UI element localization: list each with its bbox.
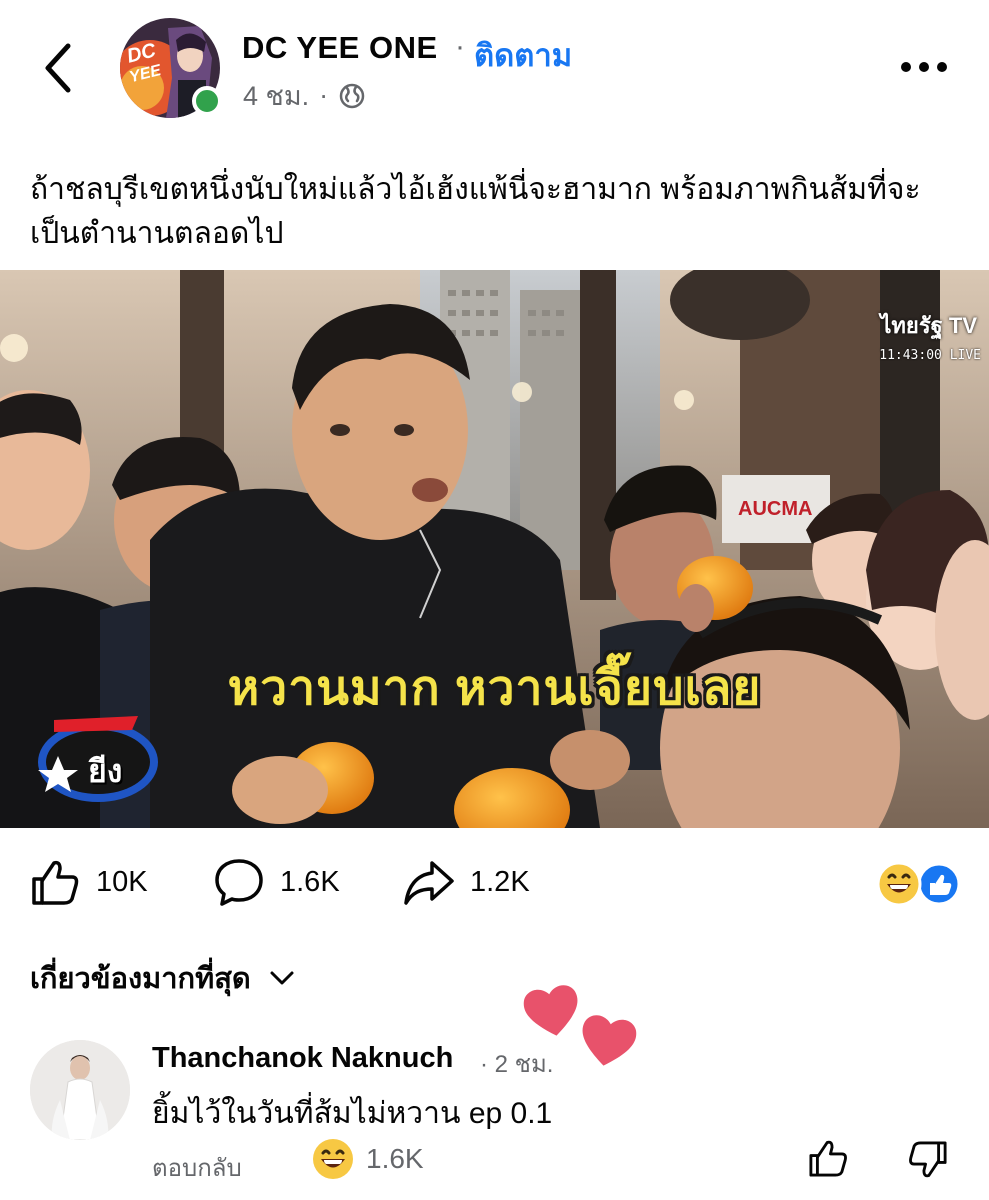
- store-sign: AUCMA: [738, 498, 813, 520]
- back-button[interactable]: [38, 38, 82, 98]
- more-dot-icon: [901, 62, 911, 72]
- more-dot-icon: [919, 62, 929, 72]
- share-count: 1.2K: [470, 865, 530, 898]
- comment-reactions[interactable]: 1.6K: [312, 1138, 424, 1180]
- commenter-avatar[interactable]: [30, 1040, 130, 1140]
- more-dot-icon: [937, 62, 947, 72]
- post-video[interactable]: ไทยรัฐ TV 11:43:00 LIVE หวานมาก หวานเจี๊…: [0, 270, 989, 828]
- tv-timestamp: 11:43:00 LIVE: [879, 348, 981, 363]
- reaction-icons: [876, 861, 961, 907]
- follow-separator: ·: [455, 30, 465, 63]
- comment-count: 1.6K: [280, 865, 340, 898]
- post-meta: 4 ชม. ·: [243, 74, 366, 117]
- haha-emoji-icon: [313, 1139, 353, 1179]
- thumbs-up-icon: [32, 860, 79, 905]
- comment-downvote-button[interactable]: [906, 1138, 950, 1182]
- commenter-name[interactable]: Thanchanok Naknuch: [152, 1042, 453, 1075]
- more-options-button[interactable]: [901, 52, 953, 82]
- page-name[interactable]: DC YEE ONE: [242, 30, 438, 66]
- commenter-avatar-image: [30, 1040, 130, 1140]
- thumbs-up-icon: [809, 1140, 847, 1177]
- chevron-left-icon: [45, 43, 71, 93]
- thumbs-down-icon: [909, 1141, 947, 1178]
- post-caption: ถ้าชลบุรีเขตหนึ่งนับใหม่แล้วไอ้เฮ้งแพ้นี…: [30, 173, 921, 250]
- show-logo: ยีง: [28, 710, 158, 810]
- comment-time: · 2 ชม.: [480, 1051, 554, 1078]
- reply-button[interactable]: ตอบกลับ: [152, 1148, 242, 1187]
- post-time[interactable]: 4 ชม.: [243, 74, 309, 117]
- follow-button[interactable]: ติดตาม: [474, 30, 572, 80]
- show-logo-text: ยีง: [88, 753, 123, 789]
- page-avatar[interactable]: DC YEE: [120, 18, 222, 118]
- like-button[interactable]: 10K: [28, 855, 148, 909]
- comment-sort-dropdown[interactable]: เกี่ยวข้องมากที่สุด: [30, 955, 295, 1001]
- like-count: 10K: [96, 865, 148, 898]
- reaction-summary[interactable]: [875, 861, 961, 907]
- meta-separator: ·: [319, 80, 329, 110]
- chevron-down-icon: [270, 971, 294, 985]
- comment-text: ยิ้มไว้ในวันที่ส้มไม่หวาน ep 0.1: [152, 1097, 553, 1130]
- comment-reaction-count: 1.6K: [366, 1143, 424, 1174]
- comment-button[interactable]: 1.6K: [212, 855, 340, 909]
- tv-channel-logo: ไทยรัฐ TV: [880, 313, 977, 338]
- online-status-dot: [192, 86, 222, 116]
- comment-sort-label: เกี่ยวข้องมากที่สุด: [30, 963, 251, 995]
- post-action-bar: 10K 1.6K 1.2K: [0, 855, 989, 915]
- share-arrow-icon: [404, 861, 454, 905]
- comment-bubble-icon: [215, 859, 263, 906]
- post-header: DC YEE DC YEE ONE · ติดตาม 4 ชม. ·: [0, 0, 989, 130]
- comment-upvote-button[interactable]: [806, 1136, 850, 1180]
- globe-icon: [339, 83, 365, 108]
- share-button[interactable]: 1.2K: [402, 855, 530, 909]
